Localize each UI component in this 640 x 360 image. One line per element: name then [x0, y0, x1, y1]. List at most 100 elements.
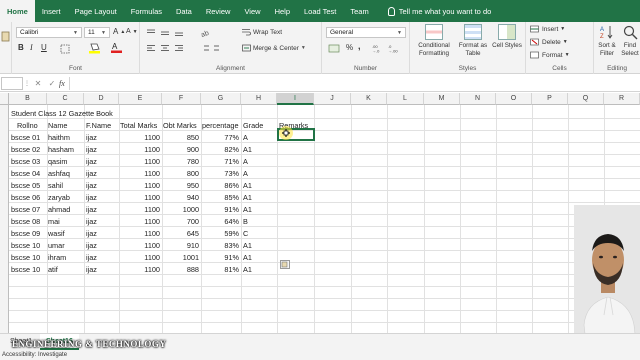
- cell-obt[interactable]: 800: [162, 168, 199, 179]
- cell-pct[interactable]: 91%: [201, 252, 239, 263]
- cell-total[interactable]: 1100: [119, 180, 160, 191]
- column-header-j[interactable]: J: [314, 93, 351, 105]
- cell-total[interactable]: 1100: [119, 252, 160, 263]
- cell-fname[interactable]: ijaz: [86, 216, 119, 227]
- cell-rollno[interactable]: bscse 10: [11, 252, 47, 263]
- cell-pct[interactable]: 85%: [201, 192, 239, 203]
- cell-name[interactable]: haithm: [48, 132, 84, 143]
- tab-home[interactable]: Home: [0, 0, 35, 22]
- cell-fname[interactable]: ijaz: [86, 156, 119, 167]
- cell-fname[interactable]: ijaz: [86, 228, 119, 239]
- cell-total[interactable]: 1100: [119, 156, 160, 167]
- column-header-f[interactable]: F: [162, 93, 201, 105]
- cell-grade[interactable]: A1: [243, 192, 273, 203]
- cell-total[interactable]: 1100: [119, 192, 160, 203]
- column-header-n[interactable]: N: [460, 93, 496, 105]
- sort-filter-button[interactable]: AZ Sort & Filter: [595, 24, 619, 58]
- cell-grade[interactable]: C: [243, 228, 273, 239]
- cell-styles-button[interactable]: Cell Styles: [490, 24, 524, 50]
- cell-obt[interactable]: 910: [162, 240, 199, 251]
- cell-fname[interactable]: ijaz: [86, 264, 119, 275]
- cell-obt[interactable]: 850: [162, 132, 199, 143]
- column-header-e[interactable]: E: [119, 93, 162, 105]
- decrease-font-icon[interactable]: A ▼: [126, 28, 138, 35]
- cell-total[interactable]: 1100: [119, 168, 160, 179]
- cell-grade[interactable]: A1: [243, 204, 273, 215]
- tab-view[interactable]: View: [237, 0, 267, 22]
- cell-obt[interactable]: 645: [162, 228, 199, 239]
- merge-center-button[interactable]: Merge & Center ▼: [242, 44, 306, 52]
- cell-obt[interactable]: 940: [162, 192, 199, 203]
- insert-function-icon[interactable]: fx: [59, 79, 65, 88]
- cell-pct[interactable]: 82%: [201, 144, 239, 155]
- cell-pct[interactable]: 81%: [201, 264, 239, 275]
- cell-pct[interactable]: 59%: [201, 228, 239, 239]
- cell-name[interactable]: ashfaq: [48, 168, 84, 179]
- tab-formulas[interactable]: Formulas: [124, 0, 169, 22]
- comma-style-button[interactable]: ,: [358, 41, 361, 51]
- column-header-o[interactable]: O: [496, 93, 532, 105]
- cell-grade[interactable]: A: [243, 168, 273, 179]
- cell-obt[interactable]: 780: [162, 156, 199, 167]
- tab-insert[interactable]: Insert: [35, 0, 68, 22]
- cell-grade[interactable]: A1: [243, 180, 273, 191]
- cell-total[interactable]: 1100: [119, 144, 160, 155]
- insert-cells-button[interactable]: Insert ▼: [530, 25, 565, 33]
- font-name-select[interactable]: Calibri ▼: [16, 27, 82, 38]
- cell-name[interactable]: zaryab: [48, 192, 84, 203]
- format-as-table-button[interactable]: Format as Table: [456, 24, 490, 58]
- cell-fname[interactable]: ijaz: [86, 180, 119, 191]
- font-size-select[interactable]: 11 ▼: [84, 27, 110, 38]
- cell-rollno[interactable]: bscse 02: [11, 144, 47, 155]
- horizontal-align-icons[interactable]: [146, 44, 188, 53]
- cell-total[interactable]: 1100: [119, 228, 160, 239]
- column-header-h[interactable]: H: [241, 93, 277, 105]
- cell-fname[interactable]: ijaz: [86, 132, 119, 143]
- cell-obt[interactable]: 700: [162, 216, 199, 227]
- cell-fname[interactable]: ijaz: [86, 168, 119, 179]
- cell-pct[interactable]: 73%: [201, 168, 239, 179]
- increase-font-icon[interactable]: A ▲: [113, 27, 125, 36]
- cell-grade[interactable]: A1: [243, 240, 273, 251]
- column-header-m[interactable]: M: [424, 93, 460, 105]
- fill-color-icon[interactable]: [88, 42, 102, 54]
- cell-rollno[interactable]: bscse 10: [11, 240, 47, 251]
- italic-button[interactable]: I: [30, 43, 33, 52]
- cell-grade[interactable]: A1: [243, 252, 273, 263]
- cell-fname[interactable]: ijaz: [86, 192, 119, 203]
- cell-obt[interactable]: 1001: [162, 252, 199, 263]
- cell-name[interactable]: ihram: [48, 252, 84, 263]
- cell-name[interactable]: sahil: [48, 180, 84, 191]
- cell-name[interactable]: hasham: [48, 144, 84, 155]
- orientation-icon[interactable]: ab: [200, 28, 220, 37]
- cell-obt[interactable]: 1000: [162, 204, 199, 215]
- name-box[interactable]: [1, 76, 23, 90]
- tab-data[interactable]: Data: [169, 0, 199, 22]
- cell-obt[interactable]: 888: [162, 264, 199, 275]
- indent-icons[interactable]: [200, 44, 222, 53]
- cell-pct[interactable]: 77%: [201, 132, 239, 143]
- format-cells-button[interactable]: Format ▼: [530, 51, 570, 59]
- tab-team[interactable]: Team: [343, 0, 375, 22]
- cell-grade[interactable]: A1: [243, 144, 273, 155]
- cell-pct[interactable]: 83%: [201, 240, 239, 251]
- cell-name[interactable]: ahmad: [48, 204, 84, 215]
- tab-help[interactable]: Help: [268, 0, 297, 22]
- column-header-q[interactable]: Q: [568, 93, 604, 105]
- paste-icon[interactable]: [1, 30, 10, 42]
- column-header-k[interactable]: K: [351, 93, 387, 105]
- cell-grade[interactable]: A: [243, 156, 273, 167]
- column-header-l[interactable]: L: [387, 93, 424, 105]
- cell-pct[interactable]: 91%: [201, 204, 239, 215]
- cell-rollno[interactable]: bscse 04: [11, 168, 47, 179]
- cell-name[interactable]: umar: [48, 240, 84, 251]
- cell-total[interactable]: 1100: [119, 132, 160, 143]
- cell-rollno[interactable]: bscse 09: [11, 228, 47, 239]
- cell-rollno[interactable]: bscse 01: [11, 132, 47, 143]
- cell-name[interactable]: qasim: [48, 156, 84, 167]
- cell-name[interactable]: wasif: [48, 228, 84, 239]
- column-header-p[interactable]: P: [532, 93, 568, 105]
- column-header-i[interactable]: I: [277, 93, 314, 105]
- formula-input[interactable]: [74, 77, 640, 90]
- font-color-icon[interactable]: A: [110, 41, 124, 54]
